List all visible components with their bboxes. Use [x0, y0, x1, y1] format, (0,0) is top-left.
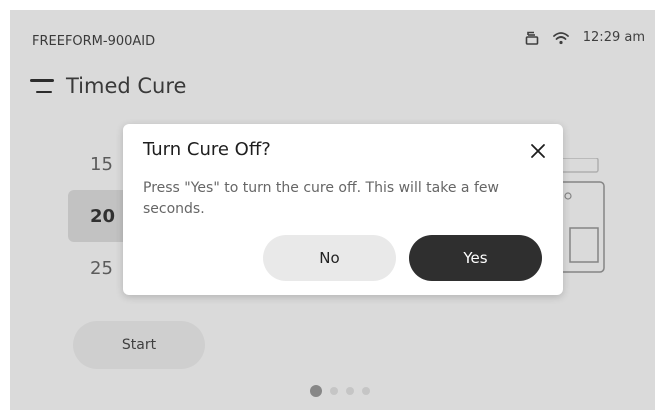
close-icon[interactable]: [529, 142, 547, 160]
dialog-title: Turn Cure Off?: [143, 139, 271, 160]
yes-button[interactable]: Yes: [409, 235, 542, 281]
device-screen: FREEFORM-900AID 12:29 am Timed Cure 15 2…: [10, 10, 655, 410]
no-button[interactable]: No: [263, 235, 396, 281]
dialog-message: Press "Yes" to turn the cure off. This w…: [143, 180, 499, 217]
confirm-dialog: Turn Cure Off? Press "Yes" to turn the c…: [123, 124, 563, 295]
